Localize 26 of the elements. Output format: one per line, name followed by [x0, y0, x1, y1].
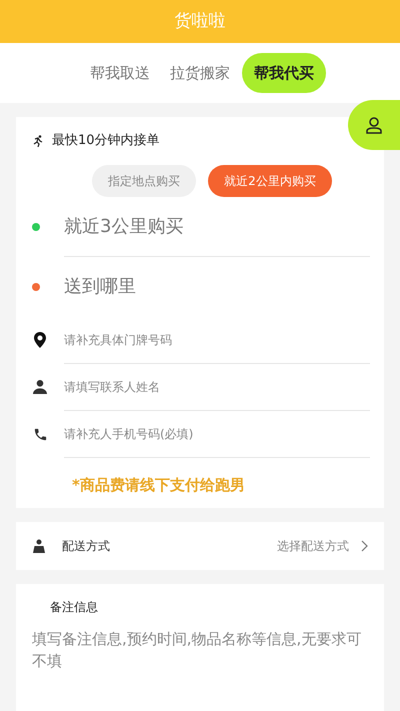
mode-button[interactable]: 就近2公里内购买: [208, 164, 332, 196]
remarks-title: 备注信息: [50, 599, 98, 616]
delivery-value: 选择配送方式: [277, 538, 349, 555]
delivery-method-row[interactable]: 配送方式 选择配送方式: [16, 522, 384, 570]
address-label[interactable]: 就近3公里购买: [64, 212, 184, 240]
input-field[interactable]: 请补充人手机号码(必填): [64, 424, 370, 442]
courier-icon: [32, 539, 46, 553]
runner-icon: [32, 134, 44, 147]
person-outline-icon: [365, 116, 383, 134]
mode-button[interactable]: 指定地点购买: [92, 164, 196, 196]
input-field[interactable]: 请填写联系人姓名: [64, 378, 370, 396]
person-icon: [33, 380, 47, 394]
tab[interactable]: 帮我取送: [82, 53, 158, 93]
chevron-right-icon: [361, 540, 368, 552]
phone-icon: [32, 426, 48, 442]
remarks-field[interactable]: 填写备注信息,预约时间,物品名称等信息,无要求可不填: [16, 628, 384, 711]
address-label[interactable]: 送到哪里: [64, 273, 136, 300]
tab[interactable]: 拉货搬家: [162, 53, 238, 93]
delivery-label: 配送方式: [62, 538, 110, 555]
speed-note: 最快10分钟内接单: [52, 132, 160, 150]
payment-notice: *商品费请线下支付给跑男: [72, 474, 246, 496]
input-field[interactable]: 请补充具体门牌号码: [64, 330, 370, 348]
location-pin-icon: [33, 332, 47, 348]
tab[interactable]: 帮我代买: [242, 53, 326, 93]
app-title: 货啦啦: [174, 10, 226, 33]
profile-button[interactable]: [348, 100, 400, 150]
